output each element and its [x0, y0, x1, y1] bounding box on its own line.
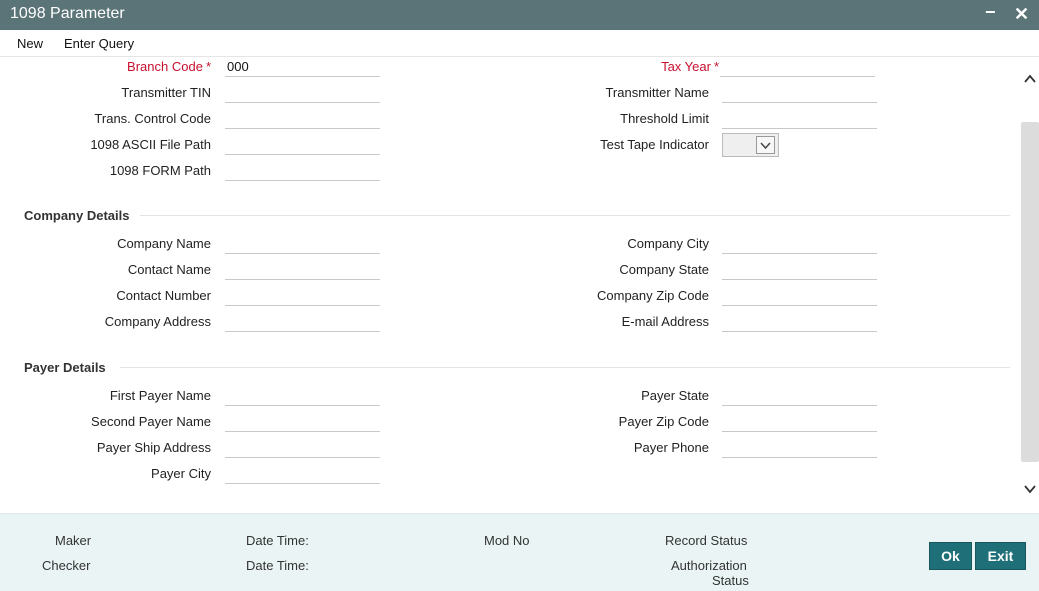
- email-address-input[interactable]: [722, 312, 877, 332]
- exit-button[interactable]: Exit: [975, 542, 1026, 570]
- payer-details-divider: [120, 367, 1010, 368]
- company-state-input[interactable]: [722, 260, 877, 280]
- scrollbar-thumb[interactable]: [1021, 122, 1039, 462]
- chevron-up-icon[interactable]: [1022, 71, 1038, 87]
- chevron-down-icon[interactable]: [756, 136, 775, 154]
- company-address-input[interactable]: [225, 312, 380, 332]
- test-tape-indicator-label: Test Tape Indicator: [600, 137, 709, 152]
- branch-code-input[interactable]: [225, 57, 380, 77]
- transmitter-name-input[interactable]: [722, 83, 877, 103]
- maker-date-time-label: Date Time:: [246, 533, 309, 548]
- parameter-form: Branch Code* Tax Year* Transmitter TIN T…: [0, 57, 1020, 513]
- second-payer-name-input[interactable]: [225, 412, 380, 432]
- menu-bar: New Enter Query: [0, 30, 1039, 57]
- checker-label: Checker: [42, 558, 91, 573]
- contact-name-input[interactable]: [225, 260, 380, 280]
- vertical-scrollbar[interactable]: [1020, 57, 1039, 513]
- transmitter-tin-input[interactable]: [225, 83, 380, 103]
- threshold-limit-input[interactable]: [722, 109, 877, 129]
- contact-number-input[interactable]: [225, 286, 380, 306]
- checker-date-time-label: Date Time:: [246, 558, 309, 573]
- payer-ship-address-input[interactable]: [225, 438, 380, 458]
- contact-number-label: Contact Number: [116, 288, 211, 303]
- test-tape-indicator-select[interactable]: [722, 133, 779, 157]
- payer-state-input[interactable]: [722, 386, 877, 406]
- company-address-label: Company Address: [104, 314, 211, 329]
- payer-state-label: Payer State: [641, 388, 709, 403]
- transmitter-name-label: Transmitter Name: [605, 85, 709, 100]
- email-address-label: E-mail Address: [621, 314, 709, 329]
- authorization-status-label-line2: Status: [712, 573, 749, 588]
- ok-button[interactable]: Ok: [929, 542, 972, 570]
- company-state-label: Company State: [619, 262, 709, 277]
- company-details-divider: [140, 215, 1010, 216]
- company-name-label: Company Name: [117, 236, 211, 251]
- payer-city-label: Payer City: [151, 466, 211, 481]
- payer-details-heading: Payer Details: [24, 360, 106, 375]
- audit-footer: Maker Checker Date Time: Date Time: Mod …: [0, 513, 1039, 591]
- company-name-input[interactable]: [225, 234, 380, 254]
- authorization-status-label-line1: Authorization: [671, 558, 747, 573]
- first-payer-name-label: First Payer Name: [109, 388, 211, 403]
- transmitter-tin-label: Transmitter TIN: [121, 85, 211, 100]
- chevron-down-icon[interactable]: [1022, 481, 1038, 497]
- minimize-icon[interactable]: −: [985, 2, 996, 22]
- trans-control-code-label: Trans. Control Code: [94, 111, 211, 126]
- form-path-input[interactable]: [225, 161, 380, 181]
- company-city-label: Company City: [627, 236, 709, 251]
- payer-zip-label: Payer Zip Code: [618, 414, 709, 429]
- mod-no-label: Mod No: [484, 533, 530, 548]
- title-bar: 1098 Parameter − ✕: [0, 0, 1039, 30]
- window-title: 1098 Parameter: [10, 5, 125, 22]
- branch-code-label: Branch Code *: [127, 59, 211, 74]
- tax-year-input[interactable]: [720, 57, 875, 77]
- menu-enter-query[interactable]: Enter Query: [64, 36, 134, 51]
- payer-city-input[interactable]: [225, 464, 380, 484]
- payer-phone-input[interactable]: [722, 438, 877, 458]
- payer-phone-label: Payer Phone: [633, 440, 709, 455]
- form-path-label: 1098 FORM Path: [109, 163, 211, 178]
- trans-control-code-input[interactable]: [225, 109, 380, 129]
- record-status-label: Record Status: [665, 533, 748, 548]
- payer-ship-address-label: Payer Ship Address: [96, 440, 211, 455]
- second-payer-name-label: Second Payer Name: [91, 414, 211, 429]
- threshold-limit-label: Threshold Limit: [620, 111, 709, 126]
- first-payer-name-input[interactable]: [225, 386, 380, 406]
- tax-year-label: Tax Year *: [661, 59, 719, 74]
- close-icon[interactable]: ✕: [1014, 4, 1029, 24]
- company-city-input[interactable]: [722, 234, 877, 254]
- company-zip-input[interactable]: [722, 286, 877, 306]
- company-zip-label: Company Zip Code: [597, 288, 709, 303]
- company-details-heading: Company Details: [24, 208, 130, 223]
- maker-label: Maker: [55, 533, 92, 548]
- contact-name-label: Contact Name: [127, 262, 211, 277]
- ascii-file-path-label: 1098 ASCII File Path: [90, 137, 211, 152]
- menu-new[interactable]: New: [17, 36, 43, 51]
- payer-zip-input[interactable]: [722, 412, 877, 432]
- ascii-file-path-input[interactable]: [225, 135, 380, 155]
